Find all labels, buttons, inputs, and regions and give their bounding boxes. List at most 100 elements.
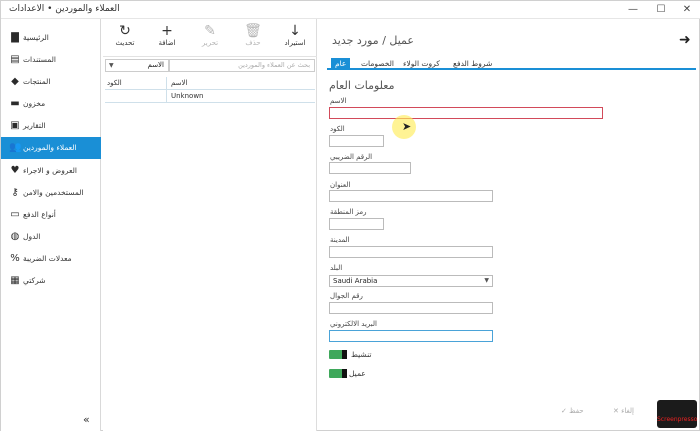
sidebar-item-label: شركتي (23, 276, 46, 285)
document-icon: ▤ (10, 54, 20, 65)
printer-icon: ▣ (10, 120, 20, 131)
delete-label: حذف (245, 39, 261, 47)
sidebar-item-3[interactable]: ▬ مخزون (1, 93, 101, 115)
credit-card-icon: ▭ (10, 209, 20, 220)
back-arrow-icon[interactable]: ➜ (679, 32, 691, 48)
cell-name: Unknown (171, 92, 204, 100)
tax-number-label: الرقم الضريبي (330, 153, 373, 161)
list-toolbar: ↻ تحديث + اضافة ✎ تحرير 🗑 حذف ↓ استيراد (103, 19, 317, 57)
email-field[interactable] (329, 330, 493, 342)
sidebar-item-label: معدلات الضريبة (23, 254, 72, 263)
active-label: تنشيط (351, 350, 372, 359)
sidebar-item-6[interactable]: ♥ العروض و الاجراء (1, 160, 101, 182)
sidebar-item-label: العروض و الاجراء (23, 166, 77, 175)
sidebar-item-5[interactable]: 👥 العملاء والموردين (1, 137, 101, 159)
mobile-label: رقم الجوال (330, 292, 363, 300)
toggle-knob (342, 350, 347, 359)
table-row[interactable]: Unknown (105, 90, 315, 103)
customer-toggle[interactable] (329, 369, 347, 378)
minimize-button[interactable]: — (621, 1, 645, 19)
maximize-button[interactable]: ☐ (649, 1, 673, 19)
tab-loyalty-cards[interactable]: كروت الولاء (399, 58, 444, 69)
sidebar-item-label: المنتجات (23, 77, 51, 86)
country-select[interactable]: Saudi Arabia ▼ (329, 275, 493, 287)
add-button[interactable]: + اضافة (147, 23, 187, 47)
cancel-button[interactable]: ✕ إلغاء (613, 407, 634, 415)
building-icon: ▦ (10, 275, 20, 286)
close-button[interactable]: ✕ (675, 1, 699, 19)
column-header-name[interactable]: الاسم (167, 77, 315, 90)
sidebar-item-9[interactable]: ◍ الدول (1, 226, 101, 248)
sidebar-item-10[interactable]: % معدلات الضريبة (1, 248, 101, 270)
import-button[interactable]: ↓ استيراد (275, 23, 315, 47)
mobile-field[interactable] (329, 302, 493, 314)
window-title: العملاء والموردين • الاعدادات (9, 4, 120, 14)
chevron-down-icon: ▼ (484, 277, 489, 284)
title-bar: العملاء والموردين • الاعدادات — ☐ ✕ (1, 1, 700, 19)
form-title: عميل / مورد جديد (332, 34, 414, 47)
name-label: الاسم (330, 97, 347, 105)
sidebar-item-label: الدول (23, 232, 41, 241)
sidebar-item-4[interactable]: ▣ التقارير (1, 115, 101, 137)
tag-icon: ◆ (11, 76, 19, 87)
tab-payment-terms[interactable]: شروط الدفع (449, 58, 496, 69)
percent-icon: % (10, 253, 20, 264)
city-label: المدينة (330, 236, 350, 244)
code-field[interactable] (329, 135, 384, 147)
refresh-icon: ↻ (119, 23, 131, 39)
country-label: البلد (330, 264, 343, 272)
edit-button[interactable]: ✎ تحرير (190, 23, 230, 47)
save-button[interactable]: ✓ حفظ (561, 407, 584, 415)
heart-icon: ♥ (10, 165, 20, 176)
import-label: استيراد (284, 39, 306, 47)
users-icon: 👥 (9, 142, 22, 153)
customer-label: عميل (349, 369, 366, 378)
refresh-button[interactable]: ↻ تحديث (105, 23, 145, 47)
search-column-select[interactable]: ▼ الاسم (105, 59, 169, 72)
collapse-sidebar-icon[interactable]: « (83, 413, 90, 426)
sidebar-item-7[interactable]: ⚷ المستخدمين والامن (1, 182, 101, 204)
sidebar-item-0[interactable]: ▇ الرئيسية (1, 27, 101, 49)
active-toggle[interactable] (329, 350, 347, 359)
zip-field[interactable] (329, 218, 384, 230)
form-tabs: عام الخصومات كروت الولاء شروط الدفع (327, 57, 696, 70)
customers-grid: الكود الاسم Unknown (105, 77, 315, 103)
sidebar-item-label: المستندات (23, 55, 57, 64)
plus-icon: + (161, 23, 173, 39)
tax-number-field[interactable] (329, 162, 411, 174)
key-icon: ⚷ (11, 187, 19, 198)
cell-code (105, 90, 167, 103)
sidebar-item-11[interactable]: ▦ شركتي (1, 270, 101, 292)
code-label: الكود (330, 125, 345, 133)
toggle-knob (342, 369, 347, 378)
delete-button[interactable]: 🗑 حذف (233, 23, 273, 47)
sidebar-item-label: مخزون (23, 99, 46, 108)
refresh-label: تحديث (115, 39, 135, 47)
watermark-logo: Screenpresso (657, 400, 697, 428)
sidebar-item-2[interactable]: ◆ المنتجات (1, 71, 101, 93)
add-label: اضافة (158, 39, 176, 47)
city-field[interactable] (329, 246, 493, 258)
address-label: العنوان (330, 181, 351, 189)
address-field[interactable] (329, 190, 493, 202)
pencil-icon: ✎ (204, 23, 216, 39)
name-field[interactable] (329, 107, 603, 119)
sidebar-item-label: أنواع الدفع (23, 210, 56, 219)
sidebar-item-label: المستخدمين والامن (23, 188, 84, 197)
grid-header-row: الكود الاسم (105, 77, 315, 90)
section-title: معلومات العام (329, 79, 395, 92)
sidebar-item-label: التقارير (23, 121, 46, 130)
zip-label: رمز المنطقة (330, 208, 367, 216)
sidebar-item-8[interactable]: ▭ أنواع الدفع (1, 204, 101, 226)
column-header-code[interactable]: الكود (105, 77, 167, 90)
sidebar-item-1[interactable]: ▤ المستندات (1, 49, 101, 71)
search-input[interactable]: بحث عن العملاء والموردين (169, 59, 315, 72)
tab-general[interactable]: عام (331, 58, 351, 69)
mouse-cursor-icon: ➤ (402, 120, 412, 133)
email-label: البريد الالكتروني (330, 320, 377, 328)
sidebar-item-label: العملاء والموردين (23, 143, 77, 152)
country-value: Saudi Arabia (333, 277, 378, 285)
watermark-text: Screenpresso (657, 416, 698, 423)
search-row: ▼ الاسم بحث عن العملاء والموردين (103, 59, 317, 72)
tab-discounts[interactable]: الخصومات (357, 58, 398, 69)
